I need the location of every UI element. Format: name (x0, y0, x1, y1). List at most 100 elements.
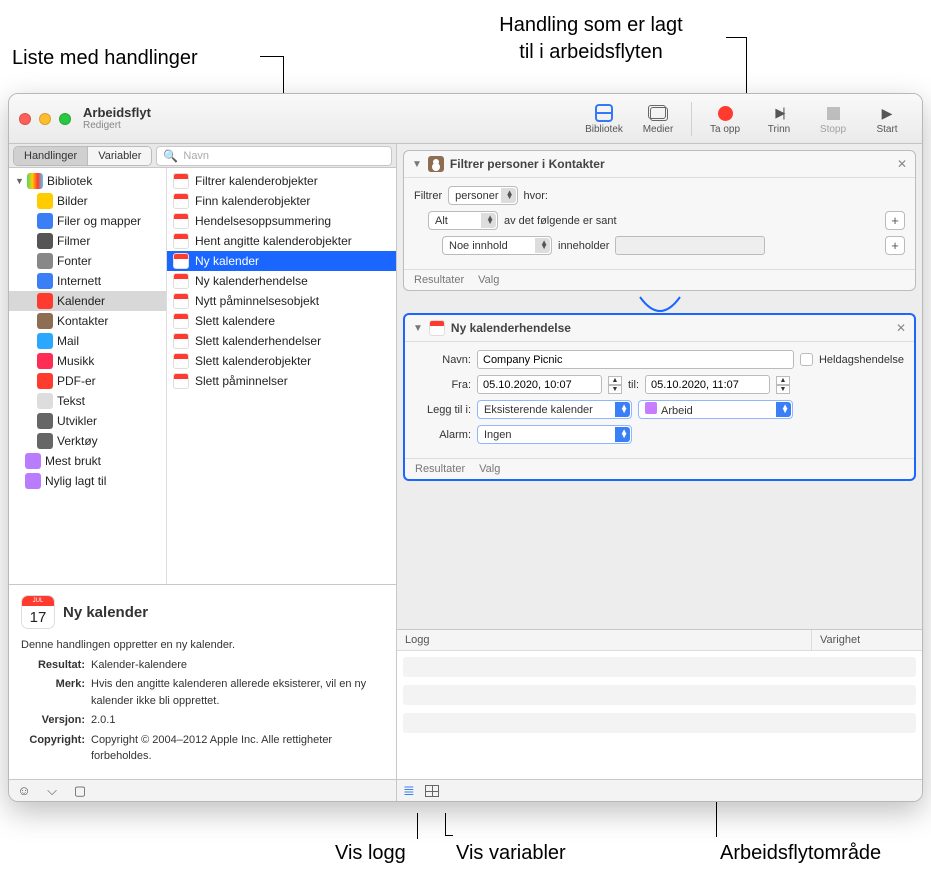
library-item[interactable]: Kontakter (9, 311, 166, 331)
tree-label: Mail (57, 334, 79, 348)
disclosure-icon[interactable]: ▼ (15, 176, 23, 186)
event-name-input[interactable] (477, 350, 794, 369)
library-item[interactable]: Verktøy (9, 431, 166, 451)
chevron-icon[interactable]: ⌵ (43, 782, 61, 800)
condition-all-select[interactable]: Alt▲▼ (428, 211, 498, 230)
callout-show-vars: Vis variabler (456, 840, 566, 867)
library-item[interactable]: Musikk (9, 351, 166, 371)
log-col-duration[interactable]: Varighet (812, 630, 922, 650)
category-icon (37, 233, 53, 249)
disclosure-icon[interactable]: ▼ (412, 159, 422, 170)
disclosure-icon[interactable]: ▼ (413, 323, 423, 334)
desc-value: Copyright © 2004–2012 Apple Inc. Alle re… (91, 732, 384, 765)
toolbar-label: Start (876, 124, 897, 135)
library-columns: ▼ Bibliotek Bilder Filer og mapper Filme… (9, 168, 396, 584)
card-title: Filtrer personer i Kontakter (450, 157, 891, 171)
value-input[interactable] (615, 236, 765, 255)
callout-line (260, 56, 284, 57)
action-item[interactable]: Hendelsesoppsummering (167, 211, 396, 231)
library-item[interactable]: Internett (9, 271, 166, 291)
action-item[interactable]: Ny kalenderhendelse (167, 271, 396, 291)
action-item[interactable]: Finn kalenderobjekter (167, 191, 396, 211)
category-icon (37, 353, 53, 369)
library-item[interactable]: Filmer (9, 231, 166, 251)
library-item[interactable]: Tekst (9, 391, 166, 411)
search-input[interactable] (183, 150, 385, 162)
workflow-scroll[interactable]: ▼ Filtrer personer i Kontakter ✕ Filtrer… (397, 144, 922, 629)
library-item[interactable]: Fonter (9, 251, 166, 271)
tree-label: Mest brukt (45, 454, 101, 468)
stop-icon (827, 107, 840, 120)
field-select[interactable]: Noe innhold▲▼ (442, 236, 552, 255)
calendar-icon (173, 233, 189, 249)
feedback-icon[interactable] (15, 782, 33, 800)
category-icon (37, 373, 53, 389)
library-item[interactable]: Filer og mapper (9, 211, 166, 231)
close-button[interactable] (19, 113, 31, 125)
results-tab[interactable]: Resultater (414, 274, 464, 286)
smart-folder[interactable]: Nylig lagt til (9, 471, 166, 491)
calendar-name-select[interactable]: Arbeid▲▼ (638, 400, 793, 419)
action-item[interactable]: Nytt påminnelsesobjekt (167, 291, 396, 311)
toolbar-record-button[interactable]: Ta opp (700, 100, 750, 137)
calendar-mode-select[interactable]: Eksisterende kalender▲▼ (477, 400, 632, 419)
toolbar-stop-button[interactable]: Stopp (808, 100, 858, 137)
toolbar-label: Bibliotek (585, 124, 623, 135)
log-col-log[interactable]: Logg (397, 630, 812, 650)
to-date-input[interactable] (645, 375, 770, 394)
maximize-button[interactable] (59, 113, 71, 125)
results-tab[interactable]: Resultater (415, 463, 465, 475)
add-row-button[interactable]: + (885, 236, 905, 255)
library-tree[interactable]: ▼ Bibliotek Bilder Filer og mapper Filme… (9, 168, 167, 584)
alarm-select[interactable]: Ingen▲▼ (477, 425, 632, 444)
from-date-input[interactable] (477, 375, 602, 394)
minimize-button[interactable] (39, 113, 51, 125)
action-item[interactable]: Slett kalenderobjekter (167, 351, 396, 371)
expand-icon[interactable]: ▢ (71, 782, 89, 800)
options-tab[interactable]: Valg (478, 274, 499, 286)
action-item[interactable]: Filtrer kalenderobjekter (167, 171, 396, 191)
category-icon (37, 273, 53, 289)
tab-variables[interactable]: Variabler (87, 147, 151, 165)
search-field[interactable]: 🔍 (156, 146, 392, 166)
action-card-new-event[interactable]: ▼ Ny kalenderhendelse ✕ Navn: Heldagshen… (403, 313, 916, 481)
action-item[interactable]: Hent angitte kalenderobjekter (167, 231, 396, 251)
calendar-icon (21, 595, 55, 629)
record-icon (718, 106, 733, 121)
to-stepper[interactable]: ▲▼ (776, 376, 790, 394)
filter-select[interactable]: personer▲▼ (448, 186, 517, 205)
toolbar-library-button[interactable]: Bibliotek (579, 100, 629, 137)
library-item[interactable]: Bilder (9, 191, 166, 211)
library-item[interactable]: Utvikler (9, 411, 166, 431)
library-root[interactable]: ▼ Bibliotek (9, 171, 166, 191)
action-card-filter-contacts[interactable]: ▼ Filtrer personer i Kontakter ✕ Filtrer… (403, 150, 916, 291)
tree-label: Kalender (57, 294, 105, 308)
show-log-icon[interactable] (403, 782, 415, 799)
show-variables-icon[interactable] (423, 782, 441, 800)
callout-line (417, 813, 418, 839)
smart-folder[interactable]: Mest brukt (9, 451, 166, 471)
close-icon[interactable]: ✕ (897, 157, 907, 171)
library-item[interactable]: PDF-er (9, 371, 166, 391)
calendar-icon (429, 320, 445, 336)
close-icon[interactable]: ✕ (896, 321, 906, 335)
action-item[interactable]: Ny kalender (167, 251, 396, 271)
from-stepper[interactable]: ▲▼ (608, 376, 622, 394)
action-item[interactable]: Slett kalenderhendelser (167, 331, 396, 351)
library-item[interactable]: Kalender (9, 291, 166, 311)
toolbar-start-button[interactable]: Start (862, 100, 912, 137)
actions-column[interactable]: Filtrer kalenderobjekter Finn kalenderob… (167, 168, 396, 584)
library-item[interactable]: Mail (9, 331, 166, 351)
options-tab[interactable]: Valg (479, 463, 500, 475)
allday-checkbox[interactable] (800, 353, 813, 366)
toolbar-media-button[interactable]: Medier (633, 100, 683, 137)
action-item[interactable]: Slett påminnelser (167, 371, 396, 391)
tab-actions[interactable]: Handlinger (14, 147, 87, 165)
toolbar-step-button[interactable]: Trinn (754, 100, 804, 137)
card-header[interactable]: ▼ Filtrer personer i Kontakter ✕ (404, 151, 915, 178)
add-condition-button[interactable]: + (885, 211, 905, 230)
action-item[interactable]: Slett kalendere (167, 311, 396, 331)
card-title: Ny kalenderhendelse (451, 321, 890, 335)
card-header[interactable]: ▼ Ny kalenderhendelse ✕ (405, 315, 914, 342)
callout-added-action: Handling som er lagt til i arbeidsflyten (456, 12, 726, 66)
